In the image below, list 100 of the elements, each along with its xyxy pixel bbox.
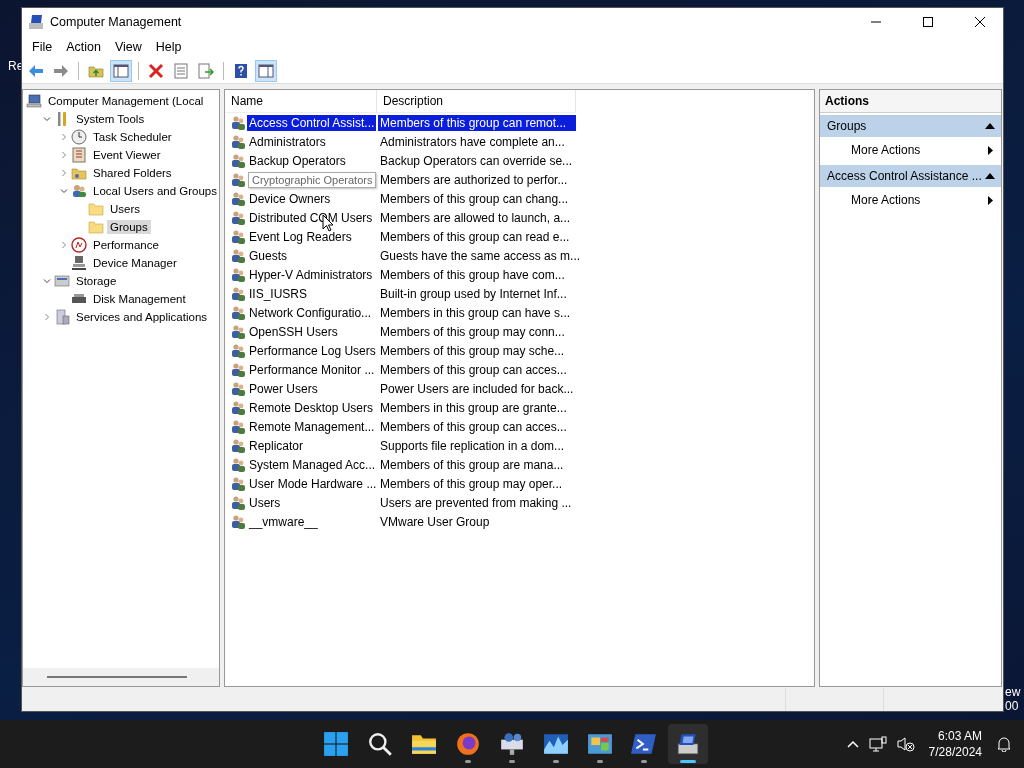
toolbar-button[interactable] [110, 60, 132, 82]
tooltip: Cryptographic Operators [248, 171, 377, 188]
tree-item[interactable]: Local Users and Groups [90, 184, 220, 198]
maximize-icon [923, 16, 933, 27]
tree-item[interactable]: Task Scheduler [90, 130, 175, 144]
column-header[interactable]: Description [377, 90, 576, 112]
toolbar-button[interactable] [195, 60, 217, 82]
action-item[interactable]: More Actions [820, 187, 1001, 213]
tree-item[interactable]: Computer Management (Local [45, 94, 207, 108]
table-cell-text: Members of this group may conn... [379, 323, 566, 340]
table-cell[interactable]: IIS_IUSRS [247, 285, 310, 302]
group-icon [230, 323, 246, 340]
collapse-arrow-icon[interactable] [985, 173, 995, 179]
search-icon [367, 731, 393, 757]
tree-item[interactable]: Services and Applications [73, 310, 211, 324]
action-item[interactable]: More Actions [820, 137, 1001, 163]
action-section-header[interactable]: Groups [820, 115, 1001, 137]
table-cell[interactable]: System Managed Acc... [247, 456, 378, 473]
back-arrow-icon [28, 63, 44, 79]
menu-item[interactable]: Action [59, 38, 108, 56]
table-cell[interactable]: Remote Desktop Users [247, 399, 376, 416]
folder-icon [88, 201, 104, 217]
table-cell[interactable]: User Mode Hardware ... [247, 475, 379, 492]
table-cell-text: Members in this group are grante... [379, 399, 568, 416]
tree-item[interactable]: Device Manager [90, 256, 180, 270]
table-cell[interactable]: Guests [247, 247, 289, 264]
tree-item[interactable]: Storage [73, 274, 120, 288]
expanded-chevron-icon[interactable] [43, 277, 51, 285]
table-cell[interactable]: Network Configuratio... [247, 304, 374, 321]
menu-item[interactable]: File [25, 38, 60, 56]
table-cell[interactable]: Power Users [247, 380, 320, 397]
menu-item[interactable]: Help [148, 38, 189, 56]
group-icon [230, 399, 246, 416]
submenu-arrow-icon [988, 195, 993, 205]
scrollbar-thumb[interactable] [47, 676, 187, 678]
group-icon [230, 266, 246, 283]
clock-time[interactable]: 6:03 AM [937, 728, 982, 744]
expanded-chevron-icon[interactable] [43, 115, 51, 123]
delete-icon [148, 63, 164, 79]
shared-folder-icon [71, 165, 87, 181]
table-cell[interactable]: Remote Management... [247, 418, 377, 435]
device-icon [71, 255, 87, 271]
table-cell-text: Built-in group used by Internet Inf... [379, 285, 568, 302]
tree-item[interactable]: Disk Management [90, 292, 189, 306]
table-cell[interactable]: Backup Operators [247, 152, 348, 169]
tree-item[interactable]: Users [107, 202, 144, 216]
notification-bell-icon[interactable] [996, 736, 1012, 752]
table-cell[interactable]: Performance Monitor ... [247, 361, 377, 378]
clock-date[interactable]: 7/28/2024 [928, 744, 982, 760]
menu-item[interactable]: View [107, 38, 149, 56]
app-icon [28, 13, 44, 30]
table-cell[interactable]: __vmware__ [247, 513, 320, 530]
table-cell-text: Members of this group may sche... [379, 342, 566, 359]
tree-item[interactable]: Groups [107, 220, 151, 234]
table-cell[interactable]: Device Owners [247, 190, 333, 207]
table-cell-text: Members in this group can have s... [379, 304, 572, 321]
collapse-arrow-icon[interactable] [985, 123, 995, 129]
table-cell-text: Members of this group are mana... [379, 456, 565, 473]
export-list-icon [198, 63, 214, 79]
table-cell[interactable]: Administrators [247, 133, 328, 150]
folder-up-icon [88, 63, 104, 79]
table-cell[interactable]: Users [247, 494, 283, 511]
terminal-icon [631, 731, 657, 757]
computer-management-icon [675, 731, 701, 757]
table-cell[interactable]: Performance Log Users [247, 342, 378, 359]
tree-item[interactable]: Event Viewer [90, 148, 164, 162]
action-pane-icon [258, 63, 274, 79]
table-cell[interactable]: OpenSSH Users [247, 323, 340, 340]
column-header[interactable]: Name [225, 90, 377, 112]
table-cell[interactable]: Access Control Assist... [247, 114, 377, 131]
table-cell-text: Members of this group may oper... [379, 475, 564, 492]
group-icon [230, 228, 246, 245]
users-icon [71, 183, 87, 199]
forward-arrow-icon [53, 63, 69, 79]
group-icon [230, 133, 246, 150]
table-cell-text: Members of this group can acces... [379, 418, 568, 435]
tree-item[interactable]: Performance [90, 238, 162, 252]
globe-icon [455, 731, 481, 757]
group-icon [230, 285, 246, 302]
taskbar-button[interactable] [668, 724, 708, 764]
tree-item[interactable]: Shared Folders [90, 166, 175, 180]
table-cell-text: Supports file replication in a dom... [379, 437, 566, 454]
action-section-header[interactable]: Access Control Assistance ... [820, 165, 1001, 187]
table-cell[interactable]: Hyper-V Administrators [247, 266, 375, 283]
group-icon [230, 456, 246, 473]
chevron-up-icon[interactable] [846, 740, 859, 748]
storage-icon [54, 273, 70, 289]
group-icon [230, 342, 246, 359]
group-icon [230, 437, 246, 454]
volume-muted-icon[interactable] [896, 736, 915, 752]
table-cell-text: Members of this group can read e... [379, 228, 571, 245]
group-icon [230, 475, 246, 492]
table-cell[interactable]: Event Log Readers [247, 228, 354, 245]
table-cell: Members of this group can remot... [378, 114, 576, 131]
network-icon[interactable] [868, 736, 887, 752]
tree-item[interactable]: System Tools [73, 112, 148, 126]
chart-icon [543, 731, 569, 757]
table-cell[interactable]: Replicator [247, 437, 306, 454]
toolbar-button[interactable] [255, 60, 277, 82]
expanded-chevron-icon[interactable] [60, 187, 68, 195]
